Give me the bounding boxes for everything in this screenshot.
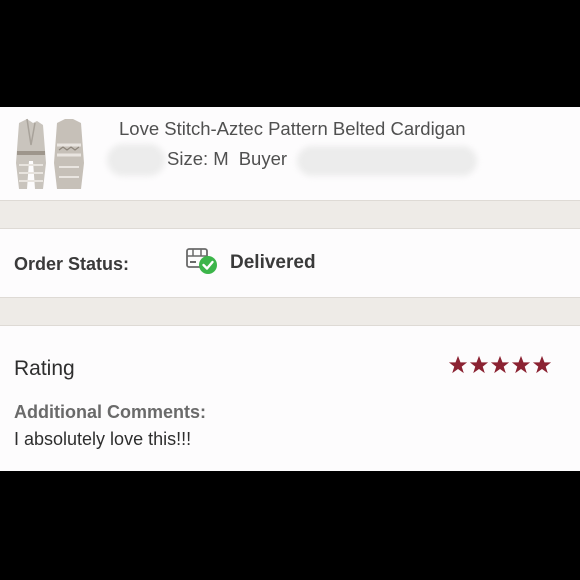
product-thumbnail <box>13 115 85 193</box>
redacted-blur <box>107 144 165 176</box>
additional-comments-text: I absolutely love this!!! <box>14 429 192 449</box>
section-divider <box>0 200 580 229</box>
star-icon <box>532 355 552 374</box>
star-rating <box>448 355 552 374</box>
size-label: Size: M <box>167 148 229 169</box>
order-status-value: Delivered <box>230 252 316 273</box>
buyer-label: Buyer <box>238 148 288 169</box>
additional-comments-label: Additional Comments: <box>14 402 206 422</box>
redacted-buyer-name <box>297 146 477 176</box>
product-meta: Size: M Buyer <box>107 144 507 178</box>
rating-title: Rating <box>14 357 75 380</box>
order-status-row: Order Status: Delivered <box>0 229 580 297</box>
star-icon <box>490 355 510 374</box>
package-delivered-icon <box>186 248 217 274</box>
product-row[interactable]: Love Stitch-Aztec Pattern Belted Cardiga… <box>0 107 580 200</box>
rating-section: Rating Additional Comments: I absolutely… <box>0 326 580 471</box>
star-icon <box>448 355 468 374</box>
star-icon <box>469 355 489 374</box>
order-status-label: Order Status: <box>14 254 130 274</box>
section-divider <box>0 297 580 326</box>
review-screen: Love Stitch-Aztec Pattern Belted Cardiga… <box>0 107 580 471</box>
product-title[interactable]: Love Stitch-Aztec Pattern Belted Cardiga… <box>119 118 466 140</box>
star-icon <box>511 355 531 374</box>
